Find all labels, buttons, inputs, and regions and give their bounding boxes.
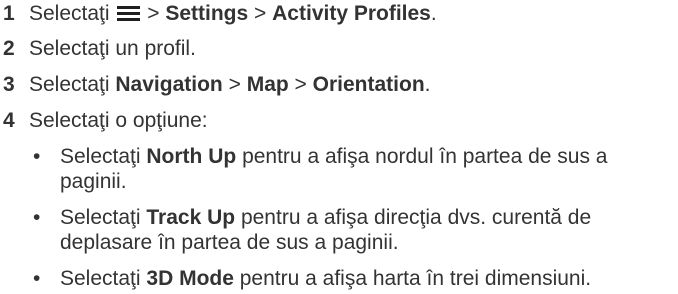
settings-label: Settings — [165, 2, 249, 25]
step-number: 2 — [3, 37, 15, 60]
option-track-up: • Selectaţi Track Up pentru a afişa dire… — [29, 205, 670, 255]
option-3d-mode: • Selectaţi 3D Mode pentru a afişa harta… — [29, 266, 670, 291]
step-1: 1 Selectaţi > Settings > Activity Profil… — [0, 1, 678, 26]
bullet: • — [33, 206, 41, 229]
step-text-prefix: Selectaţi — [29, 73, 110, 96]
map-label: Map — [246, 73, 289, 96]
menu-icon — [117, 5, 141, 22]
bullet: • — [33, 145, 41, 168]
step-text: Selectaţi o opţiune: — [29, 109, 208, 132]
step-end: . — [430, 2, 437, 25]
step-4: 4 Selectaţi o opţiune: — [0, 108, 678, 133]
step-number: 1 — [3, 2, 15, 25]
option-prefix: Selectaţi — [60, 145, 141, 168]
activity-profiles-label: Activity Profiles — [272, 2, 431, 25]
bullet: • — [33, 267, 41, 290]
step-separator: > — [228, 73, 241, 96]
navigation-label: Navigation — [115, 73, 223, 96]
step-number: 4 — [3, 109, 15, 132]
instruction-steps: 1 Selectaţi > Settings > Activity Profil… — [0, 0, 678, 291]
3d-mode-label: 3D Mode — [146, 267, 234, 290]
track-up-label: Track Up — [146, 206, 236, 229]
step-separator: > — [147, 2, 160, 25]
option-north-up: • Selectaţi North Up pentru a afişa nord… — [29, 144, 670, 194]
orientation-label: Orientation — [312, 73, 425, 96]
north-up-label: North Up — [146, 145, 237, 168]
orientation-options: • Selectaţi North Up pentru a afişa nord… — [29, 144, 678, 291]
step-end: . — [424, 73, 431, 96]
step-separator: > — [294, 73, 307, 96]
option-text: pentru a afişa nordul în partea de sus a… — [60, 145, 608, 193]
step-2: 2 Selectaţi un profil. — [0, 36, 678, 61]
step-number: 3 — [3, 73, 15, 96]
step-text-prefix: Selectaţi — [29, 2, 110, 25]
step-text: Selectaţi un profil. — [29, 37, 196, 60]
option-text: pentru a afişa harta în trei dimensiuni. — [239, 267, 592, 290]
step-3: 3 Selectaţi Navigation > Map > Orientati… — [0, 72, 678, 97]
step-separator: > — [254, 2, 267, 25]
option-prefix: Selectaţi — [60, 206, 141, 229]
option-prefix: Selectaţi — [60, 267, 141, 290]
